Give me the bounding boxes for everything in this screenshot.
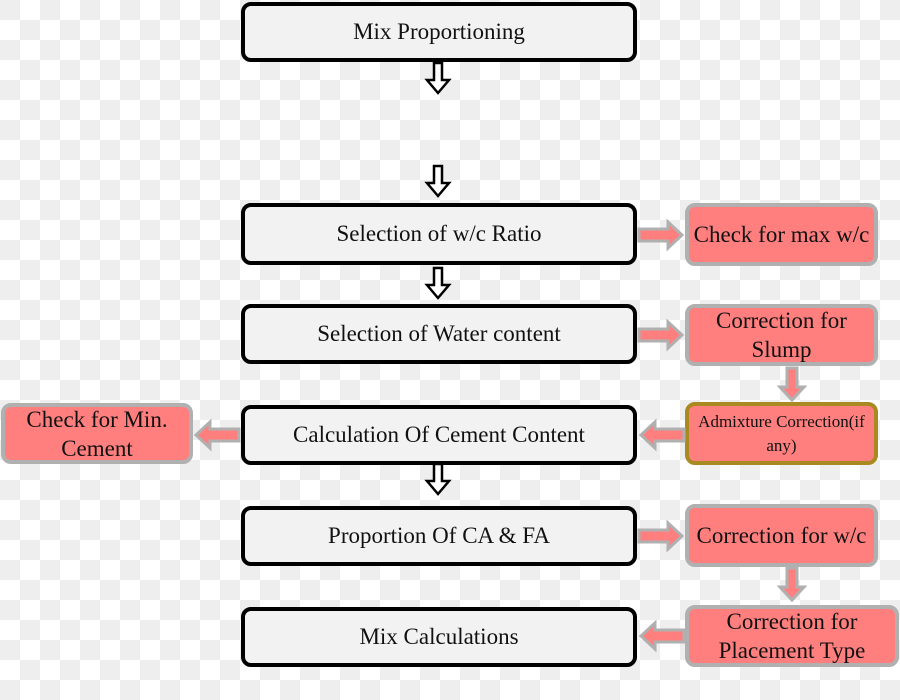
step-label: Mix Proportioning [353, 19, 525, 44]
step-mix-proportioning: Mix Proportioning [241, 2, 637, 62]
check-min-cement: Check for Min. Cement [1, 403, 193, 464]
check-label: Correction for Placement Type [718, 609, 866, 663]
step-label: Selection of Water content [317, 321, 561, 346]
left-arrow-icon [638, 619, 686, 653]
check-label: Admixture Correction(if any) [698, 411, 865, 455]
right-arrow-icon [637, 318, 685, 352]
step-mix-calculations: Mix Calculations [241, 607, 637, 667]
down-arrow-icon [424, 266, 452, 300]
step-water-content: Selection of Water content [241, 304, 637, 364]
correction-slump: Correction for Slump [685, 304, 878, 366]
step-wc-ratio: Selection of w/c Ratio [241, 203, 637, 265]
check-label: Correction for Slump [716, 308, 847, 362]
down-arrow-icon [424, 164, 452, 198]
step-ca-fa: Proportion Of CA & FA [241, 506, 637, 566]
step-label: Proportion Of CA & FA [328, 523, 550, 548]
correction-placement-type: Correction for Placement Type [685, 605, 899, 667]
check-label: Check for max w/c [693, 222, 870, 247]
step-cement-content: Calculation Of Cement Content [241, 405, 637, 465]
right-arrow-icon [637, 218, 685, 252]
check-label: Check for Min. Cement [26, 406, 168, 461]
step-label: Mix Calculations [359, 624, 519, 649]
step-label: Calculation Of Cement Content [293, 422, 585, 447]
step-label: Selection of w/c Ratio [336, 221, 542, 246]
left-arrow-icon [193, 418, 241, 452]
down-arrow-icon [424, 61, 452, 95]
check-max-wc: Check for max w/c [685, 203, 878, 266]
check-label: Correction for w/c [696, 523, 867, 548]
down-arrow-icon [776, 566, 808, 603]
right-arrow-icon [637, 519, 685, 553]
admixture-correction: Admixture Correction(if any) [685, 402, 878, 465]
left-arrow-icon [638, 418, 686, 452]
correction-wc: Correction for w/c [685, 504, 878, 567]
down-arrow-icon [424, 462, 452, 496]
down-arrow-icon [776, 366, 808, 403]
